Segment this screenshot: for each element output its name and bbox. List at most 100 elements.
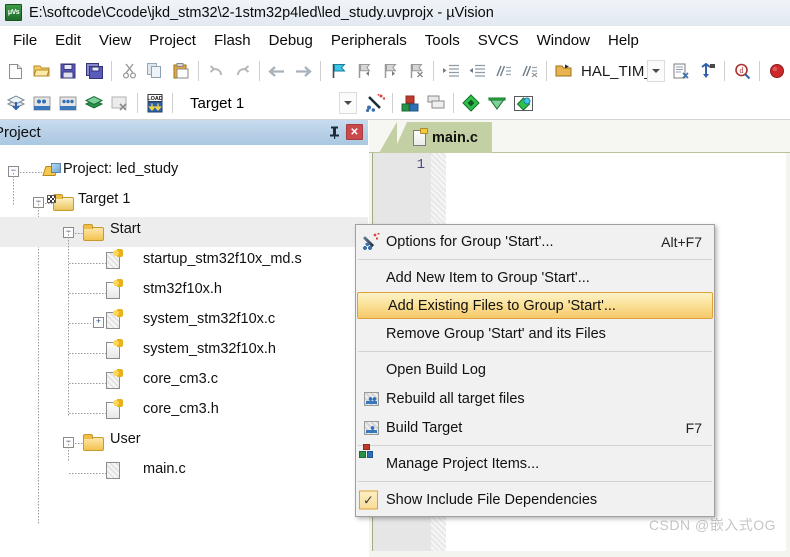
bookmark-next-icon[interactable] bbox=[378, 59, 402, 83]
menu-item-add-existing-files[interactable]: Add Existing Files to Group 'Start'... bbox=[357, 292, 713, 319]
menu-peripherals[interactable]: Peripherals bbox=[322, 29, 416, 52]
editor-tab-strip: main.c bbox=[369, 120, 790, 153]
menu-item-show-include-dependencies[interactable]: ✓ Show Include File Dependencies bbox=[356, 485, 714, 514]
function-combo-arrow-icon[interactable] bbox=[647, 60, 665, 82]
redo-icon[interactable] bbox=[230, 59, 254, 83]
build-icon[interactable] bbox=[4, 91, 28, 115]
batch-build-icon[interactable] bbox=[56, 91, 80, 115]
function-combo-value: HAL_TIM_PeriodE bbox=[581, 62, 647, 80]
indent-decrease-icon[interactable] bbox=[465, 59, 489, 83]
tree-node-file[interactable]: stm32f10x.h bbox=[0, 277, 368, 307]
navigate-back-icon[interactable] bbox=[265, 59, 289, 83]
target-select-arrow-icon[interactable] bbox=[339, 92, 357, 114]
project-tree[interactable]: − Project: led_study − Target 1 − Start bbox=[0, 145, 368, 557]
bookmark-clear-icon[interactable] bbox=[404, 59, 428, 83]
tree-node-file[interactable]: core_cm3.c bbox=[0, 367, 368, 397]
stop-build-icon[interactable] bbox=[108, 91, 132, 115]
menu-item-remove-group[interactable]: Remove Group 'Start' and its Files bbox=[356, 319, 714, 348]
toolbar-separator bbox=[137, 93, 138, 113]
menu-help[interactable]: Help bbox=[599, 29, 648, 52]
comment-icon[interactable] bbox=[491, 59, 515, 83]
tree-label: startup_stm32f10x_md.s bbox=[143, 251, 302, 267]
menu-item-open-build-log[interactable]: Open Build Log bbox=[356, 355, 714, 384]
bookmark-toggle-icon[interactable] bbox=[326, 59, 350, 83]
uncomment-icon[interactable] bbox=[517, 59, 541, 83]
menu-item-label: Add New Item to Group 'Start'... bbox=[386, 269, 590, 286]
menu-item-rebuild-all[interactable]: Rebuild all target files bbox=[356, 384, 714, 413]
menu-item-add-new-item[interactable]: Add New Item to Group 'Start'... bbox=[356, 263, 714, 292]
tree-node-file[interactable]: + system_stm32f10x.c bbox=[0, 307, 368, 337]
cut-icon[interactable] bbox=[117, 59, 141, 83]
tree-node-file[interactable]: system_stm32f10x.h bbox=[0, 337, 368, 367]
configuration-wizard-icon[interactable] bbox=[511, 91, 535, 115]
download-icon[interactable]: LOAD bbox=[143, 91, 167, 115]
toolbar-separator bbox=[759, 61, 760, 81]
indent-increase-icon[interactable] bbox=[439, 59, 463, 83]
rebuild-icon[interactable] bbox=[30, 91, 54, 115]
menu-item-manage-project-items[interactable]: Manage Project Items... bbox=[356, 444, 714, 478]
tree-node-group-start[interactable]: − Start bbox=[0, 217, 368, 247]
target-select[interactable]: Target 1 bbox=[183, 92, 311, 114]
close-icon[interactable]: ✕ bbox=[346, 124, 363, 140]
project-panel-title: Project bbox=[0, 124, 41, 141]
header-file-icon bbox=[106, 399, 123, 419]
save-all-icon[interactable] bbox=[82, 59, 106, 83]
goto-definition-icon[interactable] bbox=[552, 59, 576, 83]
manage-components-icon[interactable] bbox=[398, 91, 422, 115]
menu-edit[interactable]: Edit bbox=[46, 29, 90, 52]
toolbar-separator bbox=[320, 61, 321, 81]
menu-item-label: Build Target bbox=[386, 419, 463, 436]
menu-svcs[interactable]: SVCS bbox=[469, 29, 528, 52]
open-file-icon[interactable] bbox=[30, 59, 54, 83]
tab-main-c[interactable]: main.c bbox=[393, 122, 492, 153]
tree-node-file[interactable]: startup_stm32f10x_md.s bbox=[0, 247, 368, 277]
find-in-files-icon[interactable] bbox=[695, 59, 719, 83]
menu-tools[interactable]: Tools bbox=[416, 29, 469, 52]
multi-project-icon[interactable] bbox=[424, 91, 448, 115]
undo-icon[interactable] bbox=[204, 59, 228, 83]
tree-node-target[interactable]: − Target 1 bbox=[0, 187, 368, 217]
bookmark-prev-icon[interactable] bbox=[352, 59, 376, 83]
expander-toggle[interactable]: + bbox=[93, 317, 104, 328]
pin-icon[interactable] bbox=[326, 124, 342, 140]
svg-text:d: d bbox=[739, 66, 743, 75]
source-file-icon bbox=[106, 369, 123, 389]
menu-project[interactable]: Project bbox=[140, 29, 205, 52]
insert-bookmark-icon[interactable] bbox=[669, 59, 693, 83]
find-icon[interactable]: d bbox=[730, 59, 754, 83]
tree-label: Project: led_study bbox=[63, 161, 179, 177]
manage-project-icon bbox=[359, 444, 373, 458]
menu-item-options-for-group[interactable]: Options for Group 'Start'... Alt+F7 bbox=[356, 227, 714, 256]
tree-label: Target 1 bbox=[78, 191, 131, 207]
save-icon[interactable] bbox=[56, 59, 80, 83]
tree-node-group-user[interactable]: − User bbox=[0, 427, 368, 457]
tree-node-file[interactable]: main.c bbox=[0, 457, 368, 487]
watermark: CSDN @嵌入式OG bbox=[648, 517, 776, 533]
menu-view[interactable]: View bbox=[90, 29, 140, 52]
tree-label: system_stm32f10x.h bbox=[143, 341, 276, 357]
menu-debug[interactable]: Debug bbox=[260, 29, 322, 52]
menu-file[interactable]: File bbox=[4, 29, 46, 52]
context-menu[interactable]: Options for Group 'Start'... Alt+F7 Add … bbox=[355, 224, 715, 517]
navigate-forward-icon[interactable] bbox=[291, 59, 315, 83]
function-combo[interactable]: HAL_TIM_PeriodE bbox=[581, 60, 647, 82]
tree-label: Start bbox=[110, 221, 141, 237]
pack-installer-icon[interactable] bbox=[485, 91, 509, 115]
tree-node-file[interactable]: core_cm3.h bbox=[0, 397, 368, 427]
tree-node-project[interactable]: − Project: led_study bbox=[0, 155, 368, 187]
menu-window[interactable]: Window bbox=[528, 29, 599, 52]
tree-label: system_stm32f10x.c bbox=[143, 311, 276, 327]
menu-item-build-target[interactable]: Build Target F7 bbox=[356, 413, 714, 442]
svg-text:LOAD: LOAD bbox=[147, 96, 163, 102]
new-file-icon[interactable] bbox=[4, 59, 28, 83]
paste-icon[interactable] bbox=[169, 59, 193, 83]
menu-flash[interactable]: Flash bbox=[205, 29, 260, 52]
copy-icon[interactable] bbox=[143, 59, 167, 83]
batch-rebuild-icon[interactable] bbox=[82, 91, 106, 115]
menu-item-label: Rebuild all target files bbox=[386, 390, 525, 407]
manage-runtime-icon[interactable] bbox=[459, 91, 483, 115]
start-debug-icon[interactable] bbox=[765, 59, 789, 83]
toolbar-separator bbox=[433, 61, 434, 81]
target-options-icon[interactable] bbox=[363, 91, 387, 115]
toolbar-separator bbox=[453, 93, 454, 113]
